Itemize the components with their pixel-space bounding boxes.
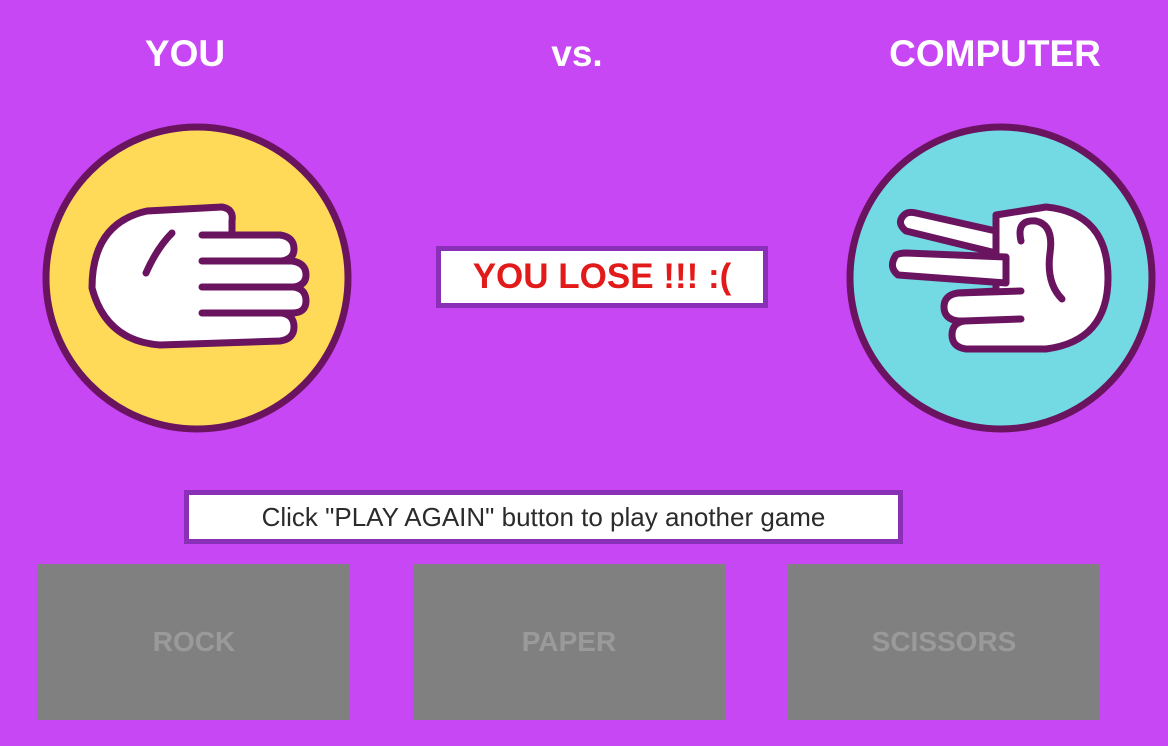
- paper-button[interactable]: PAPER: [413, 564, 725, 720]
- versus-label: vs.: [551, 33, 603, 74]
- result-message: YOU LOSE !!! :(: [436, 246, 768, 308]
- computer-label: COMPUTER: [889, 33, 1101, 74]
- scissors-button[interactable]: SCISSORS: [788, 564, 1100, 720]
- scissors-hand-icon: [846, 123, 1156, 433]
- rock-button[interactable]: ROCK: [38, 564, 350, 720]
- play-again-hint: Click "PLAY AGAIN" button to play anothe…: [184, 490, 903, 544]
- game-stage: YOU vs. COMPUTER YOU LOSE !!!:(Click "…: [0, 0, 1168, 746]
- player-label: YOU: [144, 33, 226, 74]
- rock-hand-icon: [42, 123, 352, 433]
